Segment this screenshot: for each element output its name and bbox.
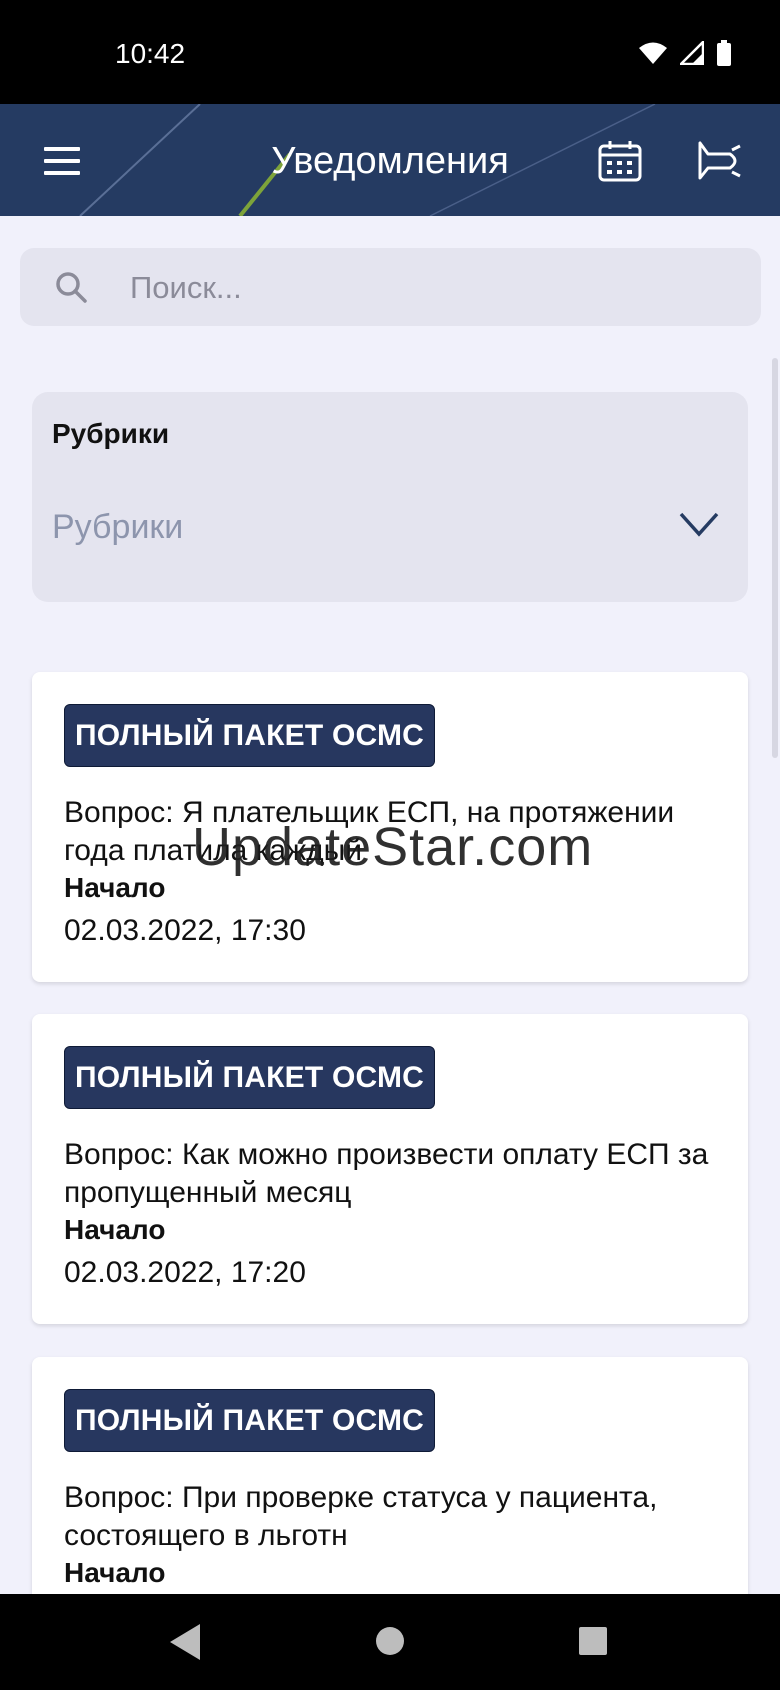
status-bar: 10:42: [0, 0, 780, 104]
wifi-icon: [639, 42, 667, 64]
category-badge: ПОЛНЫЙ ПАКЕТ ОСМС: [64, 704, 436, 767]
page-title: Уведомления: [271, 140, 509, 182]
rubric-select[interactable]: Рубрики: [52, 508, 183, 547]
calendar-icon[interactable]: [598, 140, 642, 182]
notification-question: Вопрос: Как можно произвести оплату ЕСП …: [64, 1138, 709, 1209]
rubric-label: Рубрики: [52, 418, 170, 449]
search-bar[interactable]: Поиск...: [20, 248, 761, 326]
start-label: Начало: [64, 1214, 166, 1245]
app-bar: Уведомления: [0, 104, 780, 216]
category-badge: ПОЛНЫЙ ПАКЕТ ОСМС: [64, 1046, 436, 1109]
watermark: UpdateStar.com: [192, 817, 594, 877]
rubric-dropdown[interactable]: Рубрики Рубрики: [32, 392, 748, 602]
start-label: Начало: [64, 872, 166, 903]
search-icon: [56, 272, 87, 303]
scrollbar[interactable]: [772, 358, 778, 758]
search-input[interactable]: Поиск...: [130, 270, 242, 306]
megaphone-icon[interactable]: [696, 140, 742, 182]
signal-icon: [680, 41, 704, 65]
notification-datetime: 02.03.2022, 17:30: [64, 914, 306, 947]
start-label: Начало: [64, 1557, 166, 1588]
notification-datetime: 02.03.2022, 17:20: [64, 1256, 306, 1289]
home-icon[interactable]: [375, 1626, 405, 1656]
back-icon[interactable]: [168, 1622, 202, 1662]
notification-question: Вопрос: При проверке статуса у пациента,…: [64, 1481, 658, 1552]
status-time: 10:42: [115, 38, 186, 69]
chevron-down-icon[interactable]: [678, 510, 720, 540]
category-badge: ПОЛНЫЙ ПАКЕТ ОСМС: [64, 1389, 436, 1452]
notification-card[interactable]: ПОЛНЫЙ ПАКЕТ ОСМС Вопрос: Как можно прои…: [32, 1014, 748, 1324]
system-nav-bar: [0, 1594, 780, 1690]
status-icons: [638, 40, 732, 66]
battery-icon: [717, 40, 731, 66]
recent-apps-icon[interactable]: [578, 1626, 608, 1656]
